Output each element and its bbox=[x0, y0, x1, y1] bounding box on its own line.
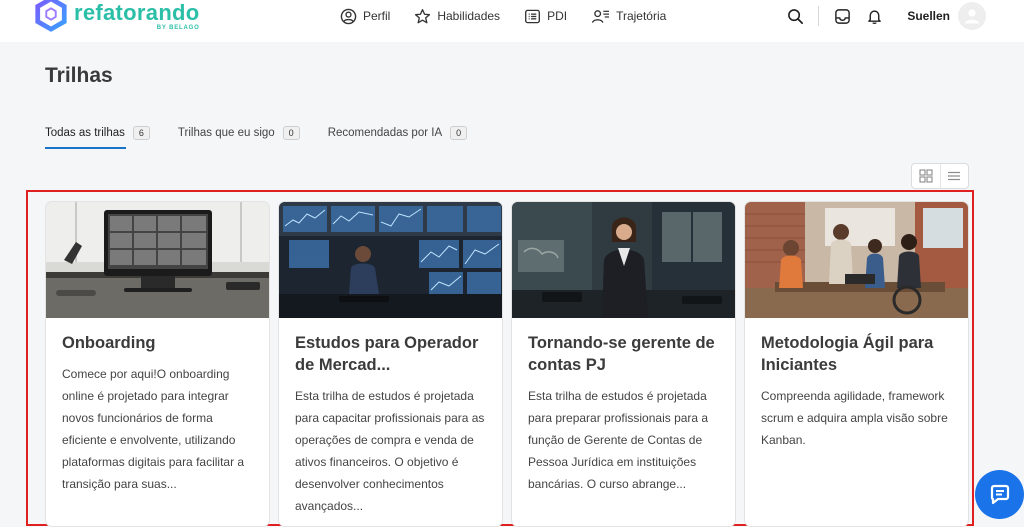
card-image-trading-desk bbox=[279, 202, 502, 318]
top-navbar: refatorando BY BELAGO Perfil Habilidades bbox=[0, 0, 1024, 42]
brand-name: refatorando bbox=[74, 0, 200, 25]
tab-count-badge: 0 bbox=[450, 126, 468, 140]
nav-label: Trajetória bbox=[616, 9, 667, 23]
user-list-icon bbox=[591, 9, 610, 23]
tab-recomendadas-por-ia[interactable]: Recomendadas por IA 0 bbox=[327, 124, 468, 142]
list-view-button[interactable] bbox=[939, 164, 968, 188]
tab-todas-as-trilhas[interactable]: Todas as trilhas 6 bbox=[45, 124, 150, 149]
list-box-icon bbox=[525, 9, 541, 23]
page-title: Trilhas bbox=[45, 64, 113, 87]
header-divider bbox=[818, 6, 820, 26]
card-title: Metodologia Ágil para Iniciantes bbox=[761, 334, 934, 374]
trail-card[interactable]: Tornando-se gerente de contas PJ Esta tr… bbox=[511, 201, 736, 527]
list-icon bbox=[948, 171, 961, 181]
card-image-businesswoman bbox=[512, 202, 735, 318]
inbox-icon bbox=[834, 8, 850, 24]
chat-support-button[interactable] bbox=[975, 470, 1024, 519]
card-description: Comece por aqui!O onboarding online é pr… bbox=[62, 367, 245, 491]
filter-tabs: Todas as trilhas 6 Trilhas que eu sigo 0… bbox=[45, 124, 495, 149]
card-image-team-meeting bbox=[745, 202, 968, 318]
brand-tagline: BY BELAGO bbox=[156, 25, 200, 31]
nav-label: PDI bbox=[547, 9, 568, 23]
trail-card[interactable]: Onboarding Comece por aqui!O onboarding … bbox=[45, 201, 270, 527]
user-name[interactable]: Suellen bbox=[907, 9, 950, 23]
logo-hexagon-icon bbox=[35, 0, 67, 32]
card-title: Onboarding bbox=[62, 334, 156, 352]
tab-label: Recomendadas por IA bbox=[327, 127, 443, 139]
nav-label: Habilidades bbox=[437, 9, 501, 23]
nav-item-trajetoria[interactable]: Trajetória bbox=[591, 8, 666, 25]
card-image-video-conference bbox=[46, 202, 269, 318]
card-title: Estudos para Operador de Mercad... bbox=[295, 334, 479, 374]
tab-label: Trilhas que eu sigo bbox=[177, 127, 275, 139]
inbox-button[interactable] bbox=[831, 5, 853, 27]
tab-count-badge: 6 bbox=[132, 126, 150, 140]
view-toggle bbox=[911, 163, 969, 189]
avatar[interactable] bbox=[958, 2, 986, 30]
star-icon bbox=[415, 8, 431, 23]
tab-trilhas-que-eu-sigo[interactable]: Trilhas que eu sigo 0 bbox=[178, 124, 300, 142]
main-nav: Perfil Habilidades PDI Trajetória bbox=[340, 0, 690, 32]
card-description: Esta trilha de estudos é projetada para … bbox=[528, 389, 709, 491]
card-title: Tornando-se gerente de contas PJ bbox=[528, 334, 715, 374]
header-tools: Suellen bbox=[774, 0, 986, 32]
chat-bubble-icon bbox=[990, 484, 1009, 504]
user-placeholder-icon bbox=[965, 9, 979, 24]
trail-card[interactable]: Estudos para Operador de Mercad... Esta … bbox=[278, 201, 503, 527]
nav-label: Perfil bbox=[363, 9, 391, 23]
grid-view-button[interactable] bbox=[912, 164, 940, 188]
nav-item-habilidades[interactable]: Habilidades bbox=[414, 8, 500, 25]
brand-logo[interactable]: refatorando BY BELAGO bbox=[32, 0, 200, 40]
tab-label: Todas as trilhas bbox=[45, 127, 125, 139]
grid-icon bbox=[919, 169, 933, 183]
tab-count-badge: 0 bbox=[282, 126, 300, 140]
nav-item-pdi[interactable]: PDI bbox=[524, 8, 567, 25]
user-circle-icon bbox=[340, 8, 357, 24]
card-description: Esta trilha de estudos é projetada para … bbox=[295, 389, 485, 513]
search-icon bbox=[787, 8, 803, 24]
bell-icon bbox=[867, 9, 881, 24]
card-description: Compreenda agilidade, framework scrum e … bbox=[761, 389, 948, 447]
search-button[interactable] bbox=[784, 5, 806, 27]
trail-card[interactable]: Metodologia Ágil para Iniciantes Compree… bbox=[744, 201, 969, 527]
nav-item-perfil[interactable]: Perfil bbox=[340, 8, 390, 25]
notifications-button[interactable] bbox=[863, 5, 885, 27]
